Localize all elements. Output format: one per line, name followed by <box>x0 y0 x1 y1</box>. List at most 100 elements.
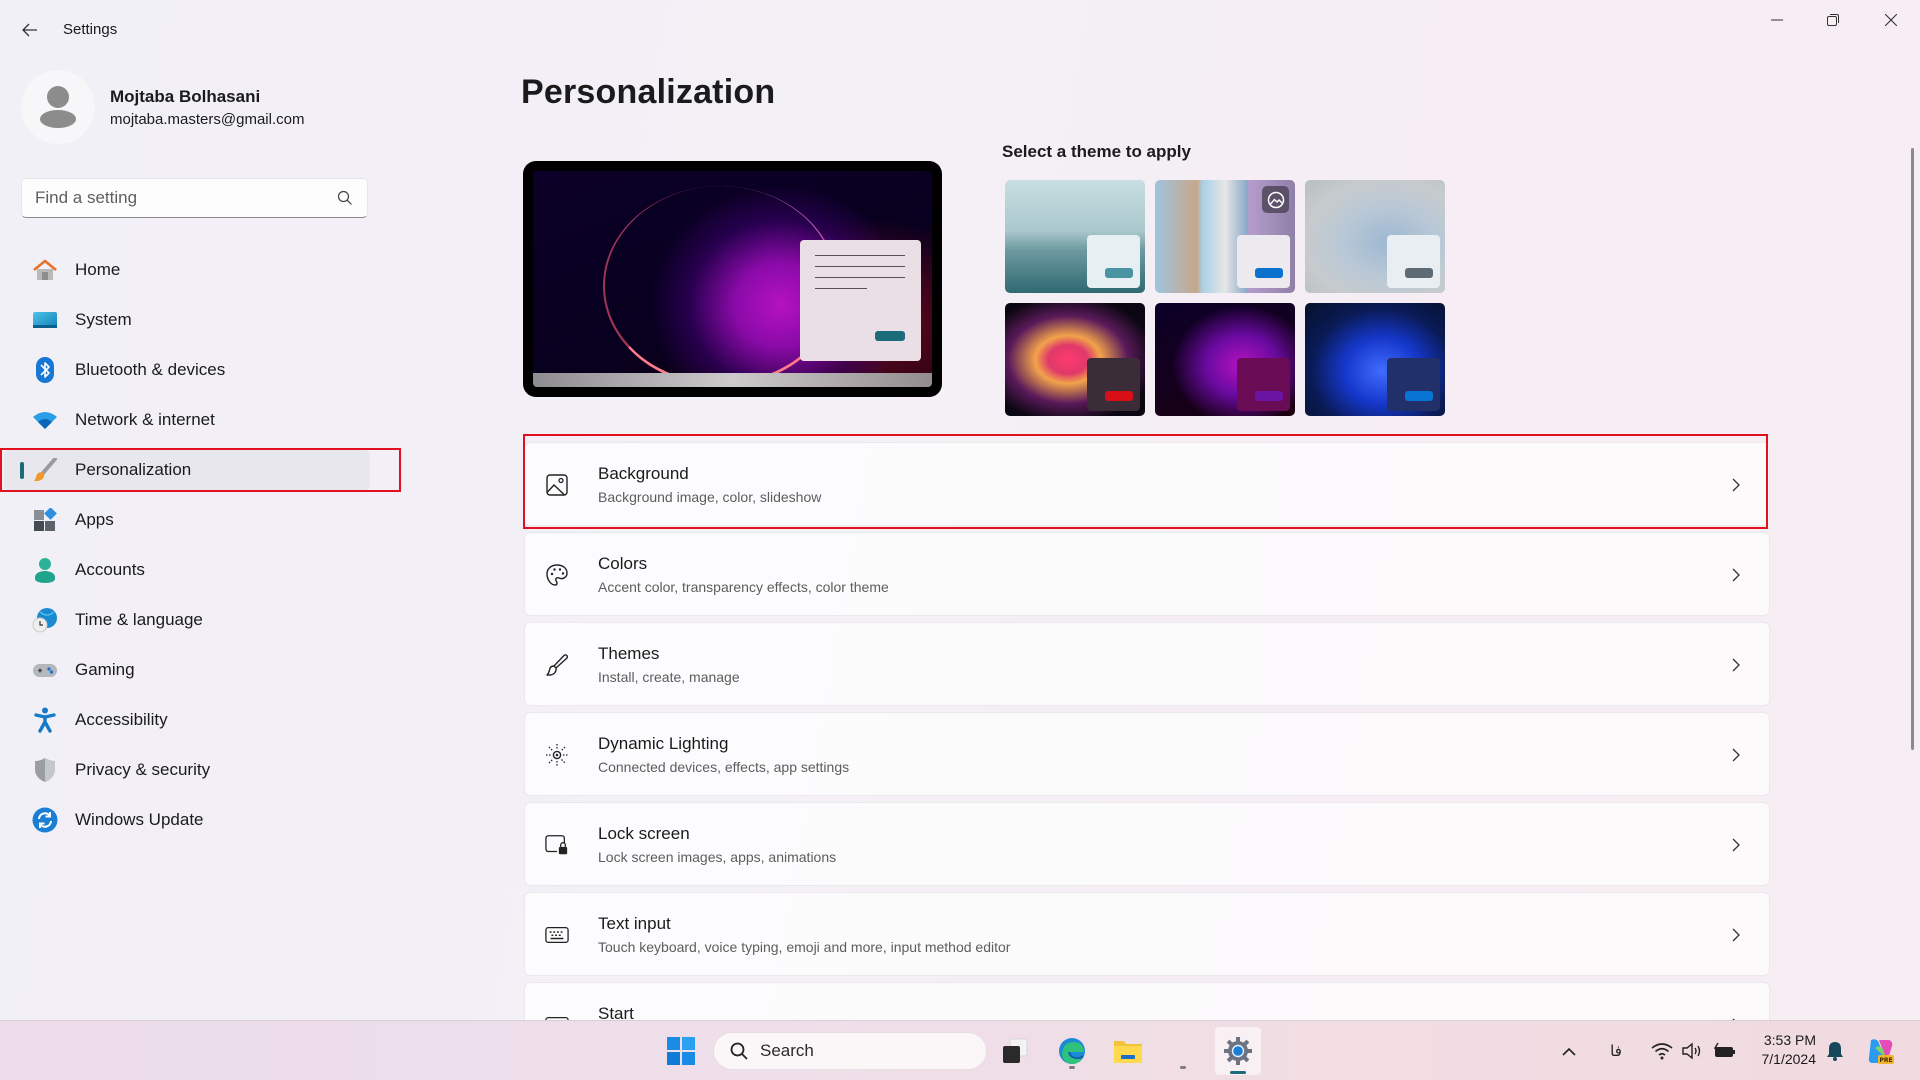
taskbar-app-button[interactable] <box>1163 1031 1203 1071</box>
setting-card-themes[interactable]: Themes Install, create, manage <box>524 622 1770 706</box>
input-language[interactable]: فا <box>1604 1039 1628 1063</box>
card-subtitle: Touch keyboard, voice typing, emoji and … <box>598 939 1011 955</box>
task-view-icon <box>1003 1038 1028 1063</box>
battery-charging-icon <box>1713 1042 1735 1057</box>
taskbar: Search فا 3:53 PM 7/1/2024 PRE <box>0 1020 1920 1080</box>
task-view-button[interactable] <box>995 1031 1035 1071</box>
notifications-button[interactable] <box>1824 1039 1846 1063</box>
theme-thumbnail[interactable] <box>1305 180 1445 293</box>
setting-card-dynamic-lighting[interactable]: Dynamic Lighting Connected devices, effe… <box>524 712 1770 796</box>
globe-clock-icon <box>32 607 58 633</box>
preview-taskbar <box>533 373 932 387</box>
taskbar-search-label: Search <box>760 1041 814 1060</box>
sidebar-item-network-internet[interactable]: Network & internet <box>4 400 370 440</box>
close-button[interactable] <box>1868 4 1914 36</box>
brush-icon <box>545 653 569 677</box>
settings-taskbar-button[interactable] <box>1215 1027 1261 1075</box>
restore-button[interactable] <box>1810 4 1856 36</box>
network-status[interactable] <box>1650 1039 1674 1063</box>
card-subtitle: Lock screen images, apps, animations <box>598 849 837 865</box>
setting-card-background[interactable]: Background Background image, color, slid… <box>524 442 1770 526</box>
show-hidden-icons-button[interactable] <box>1558 1039 1580 1063</box>
theme-preview <box>523 161 942 397</box>
sidebar-item-accessibility[interactable]: Accessibility <box>4 700 370 740</box>
chevron-right-icon <box>1732 478 1740 492</box>
copilot-button[interactable]: PRE <box>1864 1035 1896 1067</box>
sidebar-item-label: Time & language <box>75 610 203 629</box>
search-icon <box>730 1042 748 1060</box>
back-button[interactable] <box>18 18 42 42</box>
keyboard-icon <box>545 923 569 947</box>
sidebar-item-time-language[interactable]: Time & language <box>4 600 370 640</box>
search-icon[interactable] <box>337 190 353 206</box>
sidebar-item-label: System <box>75 310 132 329</box>
theme-thumbnail[interactable] <box>1155 303 1295 416</box>
volume-icon <box>1682 1042 1701 1060</box>
windows-logo-icon <box>667 1037 695 1065</box>
sidebar-item-privacy-security[interactable]: Privacy & security <box>4 750 370 790</box>
card-title: Dynamic Lighting <box>598 734 729 753</box>
sidebar-item-personalization[interactable]: Personalization <box>4 450 370 490</box>
sidebar-item-label: Personalization <box>75 460 192 479</box>
card-subtitle: Connected devices, effects, app settings <box>598 759 850 775</box>
theme-accent-swatch <box>1405 268 1433 278</box>
preview-window <box>800 240 921 361</box>
sidebar-item-label: Privacy & security <box>75 760 211 779</box>
edge-button[interactable] <box>1052 1031 1092 1071</box>
volume-status[interactable] <box>1680 1039 1704 1063</box>
edge-icon <box>1059 1038 1085 1064</box>
sidebar-item-home[interactable]: Home <box>4 250 370 290</box>
sidebar-item-accounts[interactable]: Accounts <box>4 550 370 590</box>
file-explorer-button[interactable] <box>1108 1031 1148 1071</box>
theme-accent-swatch <box>1255 391 1283 401</box>
setting-card-colors[interactable]: Colors Accent color, transparency effect… <box>524 532 1770 616</box>
card-title: Themes <box>598 644 660 663</box>
page-title: Personalization <box>521 73 776 111</box>
theme-window-swatch <box>1237 235 1290 288</box>
clock[interactable]: 3:53 PM 7/1/2024 <box>1750 1031 1817 1069</box>
sidebar-item-windows-update[interactable]: Windows Update <box>4 800 370 840</box>
sidebar-item-label: Home <box>75 260 121 279</box>
setting-card-lock-screen[interactable]: Lock screen Lock screen images, apps, an… <box>524 802 1770 886</box>
user-name: Mojtaba Bolhasani <box>110 87 261 106</box>
find-setting-input[interactable] <box>22 179 312 217</box>
sidebar-item-gaming[interactable]: Gaming <box>4 650 370 690</box>
theme-thumbnail[interactable] <box>1005 303 1145 416</box>
window-title: Settings <box>63 21 118 38</box>
sidebar-item-apps[interactable]: Apps <box>4 500 370 540</box>
start-button[interactable] <box>661 1031 701 1071</box>
update-icon <box>32 807 58 833</box>
sidebar-item-label: Gaming <box>75 660 135 679</box>
bluetooth-icon <box>32 357 58 383</box>
battery-status[interactable] <box>1712 1039 1738 1063</box>
file-explorer-icon <box>1114 1041 1142 1063</box>
paintbrush-icon <box>32 457 58 483</box>
find-setting-field[interactable] <box>21 178 368 218</box>
restore-icon <box>1827 14 1839 26</box>
sidebar-item-label: Bluetooth & devices <box>75 360 226 379</box>
setting-card-text-input[interactable]: Text input Touch keyboard, voice typing,… <box>524 892 1770 976</box>
card-title: Background <box>598 464 689 483</box>
theme-accent-swatch <box>1405 391 1433 401</box>
taskbar-search[interactable]: Search <box>713 1032 987 1070</box>
active-indicator <box>1230 1071 1246 1074</box>
theme-thumbnail[interactable] <box>1155 180 1295 293</box>
theme-accent-swatch <box>1255 268 1283 278</box>
accessibility-icon <box>32 707 58 733</box>
preview-desktop <box>533 171 932 387</box>
svg-text:PRE: PRE <box>1879 1057 1892 1064</box>
arrow-left-icon <box>22 23 37 37</box>
system-display-icon <box>32 307 58 333</box>
theme-thumbnail[interactable] <box>1005 180 1145 293</box>
preview-accent-button <box>875 331 905 341</box>
theme-thumbnail[interactable] <box>1305 303 1445 416</box>
sidebar-item-system[interactable]: System <box>4 300 370 340</box>
card-title: Text input <box>598 914 671 933</box>
sidebar-item-bluetooth-devices[interactable]: Bluetooth & devices <box>4 350 370 390</box>
minimize-button[interactable] <box>1754 4 1800 36</box>
avatar[interactable] <box>21 70 95 144</box>
date: 7/1/2024 <box>1761 1051 1817 1067</box>
gamepad-icon <box>32 657 58 683</box>
scrollbar-thumb[interactable] <box>1911 148 1914 750</box>
active-indicator <box>20 462 24 479</box>
